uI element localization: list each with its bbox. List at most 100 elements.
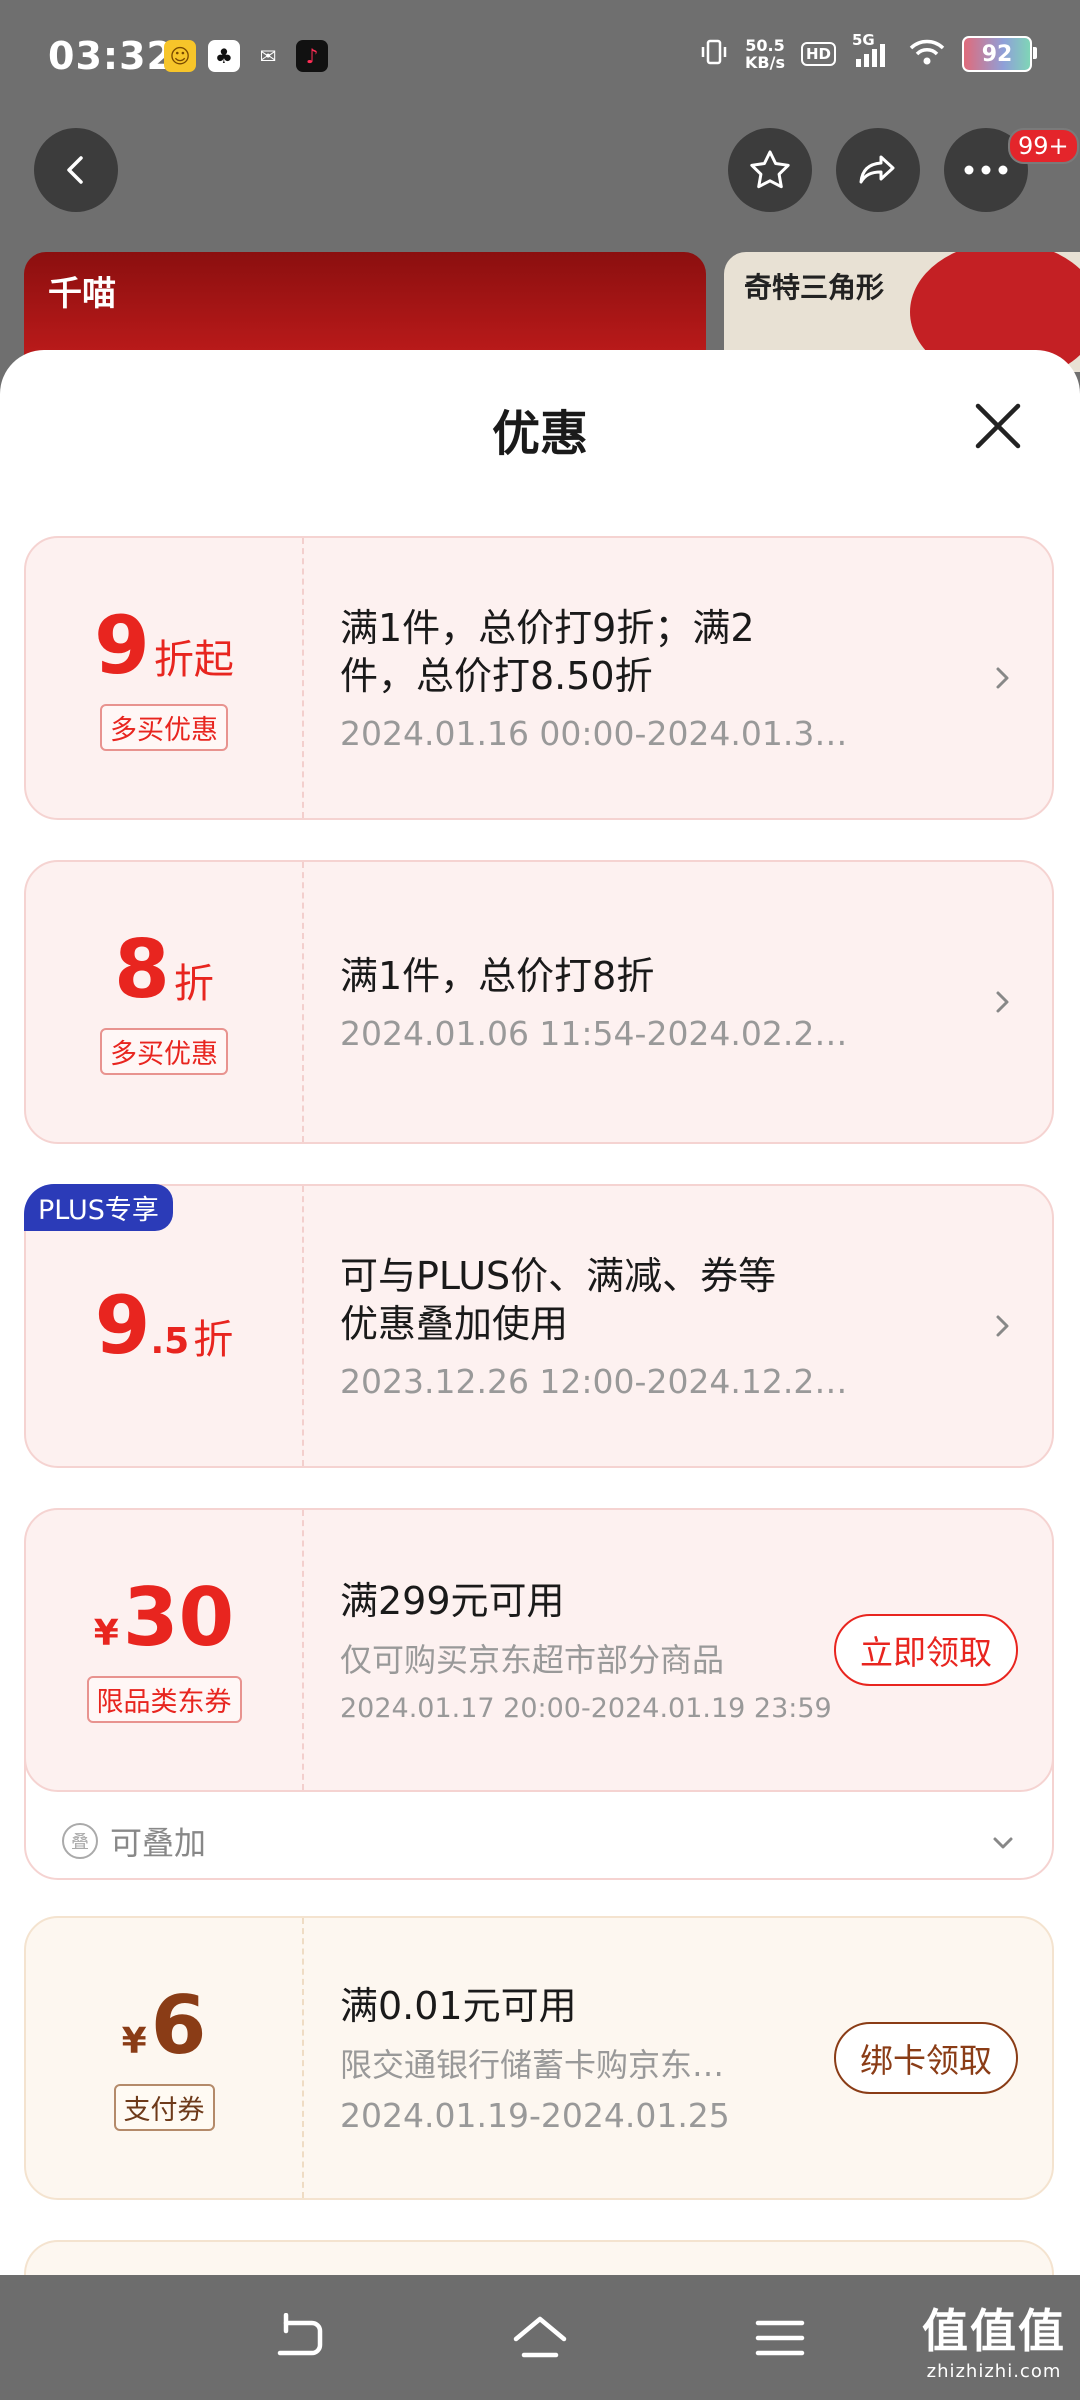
close-icon[interactable] <box>968 396 1028 456</box>
tiktok-icon: ♪ <box>296 40 328 72</box>
signal-label: 5G <box>852 31 875 49</box>
watermark-text: 值值值 <box>922 2304 1066 2358</box>
banner-logo: 千喵 <box>48 274 116 314</box>
discount-card-1[interactable]: 9 折起 多买优惠 满1件，总价打9折；满2 件，总价打8.50折 2024.01.… <box>24 536 1054 820</box>
plus-discount-card[interactable]: PLUS专享 9.5 折 可与PLUS价、满减、券等 优惠叠加使用 2023.12.… <box>24 1184 1054 1468</box>
more-count-badge: 99+ <box>1008 128 1079 164</box>
rule-line-1: 满1件，总价打9折；满2 <box>340 605 755 650</box>
card-divider <box>302 862 304 1142</box>
signal-icon: 5G <box>852 31 892 69</box>
stackable-label: 可叠加 <box>110 1824 207 1862</box>
rule-line-1: 可与PLUS价、满减、券等 <box>340 1253 777 1298</box>
discount-value: 8折 <box>114 922 214 1016</box>
discount-number: 8 <box>114 922 170 1016</box>
coupon-tag: 限品类东券 <box>86 1675 242 1723</box>
network-speed-unit: KB/s <box>745 53 785 72</box>
system-icons: 50.5 KB/s HD 5G 92 <box>699 31 1037 72</box>
coupon-details: 满0.01元可用 限交通银行储蓄卡购京东… 2024.01.19-2024.01… <box>340 1918 852 2198</box>
share-button[interactable] <box>836 128 920 212</box>
card-divider <box>302 1510 304 1790</box>
coupon-threshold: 满0.01元可用 <box>340 1983 577 2028</box>
back-icon <box>67 156 83 184</box>
claim-now-button[interactable]: 立即领取 <box>834 1614 1018 1686</box>
currency-symbol: ¥ <box>93 1612 119 1654</box>
chevron-right-icon[interactable] <box>986 986 1018 1018</box>
vibrate-icon <box>699 37 729 72</box>
discount-rule: 满1件，总价打8折 <box>340 953 655 998</box>
coupon-details: 满299元可用 仅可购买京东超市部分商品 2024.01.17 20:00-20… <box>340 1510 852 1790</box>
discount-suffix: 折 <box>173 960 214 1007</box>
chevron-right-icon[interactable] <box>986 662 1018 694</box>
clock: 03:32 <box>48 34 174 78</box>
coupon-value: ¥6 <box>121 1978 207 2072</box>
watermark: 值值值 zhizhizhi.com <box>922 2295 1066 2382</box>
coupon-card-jd[interactable]: ¥30 限品类东券 满299元可用 仅可购买京东超市部分商品 2024.01.1… <box>24 1508 1054 1792</box>
discount-amount: 9 折起 多买优惠 <box>26 538 302 818</box>
coupon-threshold: 满299元可用 <box>340 1578 565 1623</box>
app-notification-icon: ☺ <box>164 40 196 72</box>
validity-period: 2024.01.19-2024.01.25 <box>340 2095 730 2135</box>
more-icon <box>964 165 1008 175</box>
coupon-number: 30 <box>122 1570 235 1664</box>
discount-suffix: 折 <box>193 1317 234 1363</box>
discount-value: 9.5 折 <box>95 1286 233 1366</box>
validity-period: 2024.01.16 00:00-2024.01.3… <box>340 713 848 753</box>
payment-coupon-card[interactable]: ¥6 支付券 满0.01元可用 限交通银行储蓄卡购京东… 2024.01.19-… <box>24 1916 1054 2200</box>
card-divider <box>302 1186 304 1466</box>
coupon-value: ¥30 <box>93 1570 235 1664</box>
chevron-down-icon[interactable] <box>988 1828 1018 1858</box>
discount-tag: 多买优惠 <box>100 703 228 751</box>
discount-rule: 可与PLUS价、满减、券等 优惠叠加使用 <box>340 1252 942 1348</box>
discount-details: 可与PLUS价、满减、券等 优惠叠加使用 2023.12.26 12:00-202… <box>340 1186 942 1466</box>
coupon-number: 6 <box>150 1978 207 2072</box>
discount-card-2[interactable]: 8折 多买优惠 满1件，总价打8折 2024.01.06 11:54-2024.… <box>24 860 1054 1144</box>
validity-period: 2024.01.06 11:54-2024.02.2… <box>340 1013 848 1053</box>
network-speed: 50.5 KB/s <box>745 37 785 71</box>
battery-icon: 92 <box>962 36 1037 72</box>
discount-details: 满1件，总价打9折；满2 件，总价打8.50折 2024.01.16 00:00-… <box>340 538 942 818</box>
network-speed-value: 50.5 <box>745 36 785 55</box>
card-divider <box>302 1918 304 2198</box>
discount-amount: 9.5 折 <box>26 1186 302 1466</box>
card-divider <box>302 538 304 818</box>
coupon-amount: ¥6 支付券 <box>26 1918 302 2198</box>
favorite-button[interactable] <box>728 128 812 212</box>
rule-line-2: 优惠叠加使用 <box>340 1301 569 1346</box>
system-nav-bar: 值值值 zhizhizhi.com <box>0 2275 1080 2400</box>
discount-tag: 多买优惠 <box>100 1027 228 1075</box>
coupon-description: 限交通银行储蓄卡购京东… <box>340 2045 725 2084</box>
notification-icons: ☺ ♣ ✉ ♪ <box>164 40 328 72</box>
discount-decimal: .5 <box>150 1321 190 1362</box>
discount-suffix: 折起 <box>153 636 234 683</box>
star-icon <box>750 150 790 189</box>
discount-rule: 满1件，总价打9折；满2 件，总价打8.50折 <box>340 604 942 700</box>
bind-card-claim-button[interactable]: 绑卡领取 <box>834 2022 1018 2094</box>
discount-number: 9 <box>94 1279 151 1372</box>
rule-line-2: 件，总价打8.50折 <box>340 653 653 698</box>
stack-icon: 叠 <box>62 1823 98 1859</box>
validity-period: 2024.01.17 20:00-2024.01.19 23:59 <box>340 1692 832 1724</box>
coupon-tag: 支付券 <box>113 2083 215 2131</box>
stackable-toggle[interactable]: 叠 可叠加 <box>62 1818 206 1864</box>
hd-badge: HD <box>800 42 836 66</box>
discount-number: 9 <box>94 598 150 692</box>
currency-symbol: ¥ <box>121 2020 147 2062</box>
back-button[interactable] <box>34 128 118 212</box>
nav-back-icon[interactable] <box>272 2313 328 2363</box>
discount-sheet: 优惠 9 折起 多买优惠 满1件，总价打9折；满2 件，总价打8.50折 2024.… <box>0 350 1080 2300</box>
validity-period: 2023.12.26 12:00-2024.12.2… <box>340 1361 848 1401</box>
discount-amount: 8折 多买优惠 <box>26 862 302 1142</box>
banner-title: 奇特三角形 <box>744 271 885 304</box>
wifi-icon <box>908 37 946 72</box>
discount-details: 满1件，总价打8折 2024.01.06 11:54-2024.02.2… <box>340 862 942 1142</box>
share-icon <box>859 155 895 184</box>
status-bar: 03:32 ☺ ♣ ✉ ♪ 50.5 KB/s HD 5G 92 <box>0 0 1080 116</box>
watermark-domain: zhizhizhi.com <box>926 2361 1062 2382</box>
wechat-icon: ✉ <box>259 44 277 68</box>
coupon-amount: ¥30 限品类东券 <box>26 1510 302 1790</box>
sheet-title: 优惠 <box>491 406 588 462</box>
nav-menu-icon[interactable] <box>752 2313 808 2363</box>
nav-home-icon[interactable] <box>512 2313 568 2363</box>
chevron-right-icon[interactable] <box>986 1310 1018 1342</box>
discount-value: 9 折起 <box>94 598 234 692</box>
